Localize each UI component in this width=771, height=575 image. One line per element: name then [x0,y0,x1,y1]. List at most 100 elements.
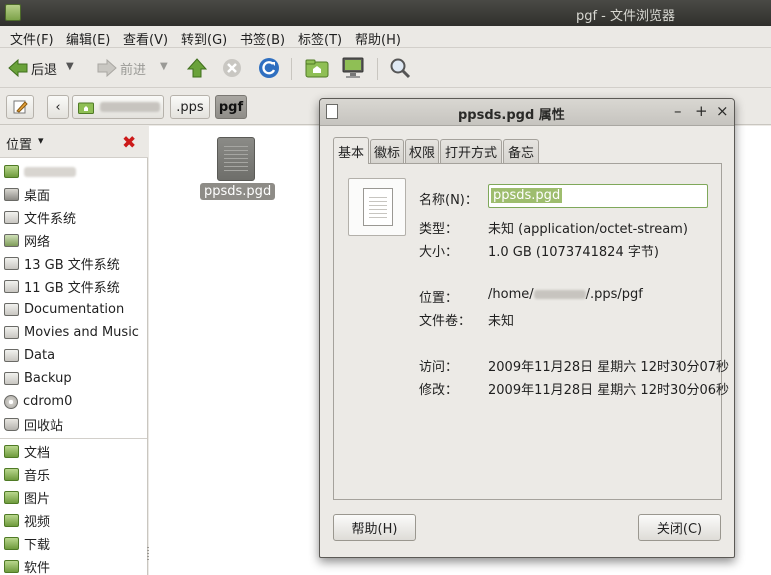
computer-button[interactable] [341,56,365,80]
toggle-location-entry-button[interactable] [6,95,34,119]
modified-value: 2009年11月28日 星期六 12时30分06秒 [488,383,730,398]
file-icon[interactable] [217,137,255,181]
stop-icon [223,59,241,77]
sidebar-item-13gb[interactable]: 13 GB 文件系统 [0,252,147,275]
folder-icon [4,491,19,504]
home-folder-icon [4,165,19,178]
drive-icon [4,326,19,339]
sidebar-item-11gb[interactable]: 11 GB 文件系统 [0,275,147,298]
tab-basic[interactable]: 基本 [333,137,369,164]
breadcrumb-pgf[interactable]: pgf [215,95,247,119]
sidebar-item-label: 软件 [24,561,51,575]
sidebar-item-label: 下载 [24,538,51,553]
close-button[interactable]: 关闭(C) [638,514,721,541]
toolbar-separator [377,58,378,80]
sidebar-item-filesystem[interactable]: 文件系统 [0,206,147,229]
chevron-left-icon: ‹ [55,99,61,115]
close-icon[interactable]: × [716,102,729,120]
sidebar-item-movies[interactable]: Movies and Music [0,321,147,344]
sidebar-item-software[interactable]: 软件 [0,555,147,575]
stop-button[interactable] [222,56,242,80]
desktop-icon [4,188,19,201]
forward-button[interactable]: 前进 [97,56,146,80]
back-history-chevron-icon[interactable]: ▼ [66,61,74,72]
menu-bookmarks[interactable]: 书签(B) [240,29,285,48]
back-label: 后退 [31,62,58,78]
trash-icon [4,418,19,431]
network-icon [4,234,19,247]
sidebar-item-documentation[interactable]: Documentation [0,298,147,321]
menu-help[interactable]: 帮助(H) [355,29,401,48]
close-sidebar-icon[interactable]: ✖ [122,133,136,153]
sidebar-item-label: 图片 [24,492,51,507]
search-button[interactable] [389,56,411,80]
sidebar-item-music[interactable]: 音乐 [0,463,147,486]
maximize-icon[interactable]: + [695,102,708,120]
sidebar-item-documents[interactable]: 文档 [0,440,147,463]
chevron-down-icon[interactable]: ▾ [38,134,44,147]
tab-open-with[interactable]: 打开方式 [440,139,502,163]
menu-view[interactable]: 查看(V) [123,29,168,48]
sidebar-item-backup[interactable]: Backup [0,367,147,390]
location-suffix: /.pps/pgf [585,287,643,302]
sidebar-item-network[interactable]: 网络 [0,229,147,252]
sidebar-item-videos[interactable]: 视频 [0,509,147,532]
home-folder-icon [305,59,329,78]
sidebar: 位置 ▾ ✖ 桌面 文件系统 网络 13 GB 文件系统 11 GB 文件系统 … [0,126,148,575]
minimize-icon[interactable]: – [674,102,682,120]
menu-tabs[interactable]: 标签(T) [298,29,342,48]
sidebar-item-label: 视频 [24,515,51,530]
tab-emblems[interactable]: 徽标 [370,139,404,163]
up-button[interactable] [187,56,207,80]
file-icon-button[interactable] [348,178,406,236]
toolbar: 后退 ▼ 前进 ▼ [0,48,771,88]
folder-icon [4,537,19,550]
name-label: 名称(N)： [419,193,478,208]
location-label: 位置： [419,291,459,306]
drive-icon [4,303,19,316]
sidebar-places-label[interactable]: 位置 [6,134,32,153]
menu-file[interactable]: 文件(F) [10,29,54,48]
menu-edit[interactable]: 编辑(E) [66,29,110,48]
sidebar-item-trash[interactable]: 回收站 [0,413,147,436]
sidebar-item-pictures[interactable]: 图片 [0,486,147,509]
home-button[interactable] [305,56,329,80]
sidebar-header: 位置 ▾ ✖ [0,126,148,158]
drive-icon [4,211,19,224]
breadcrumb-pps[interactable]: .pps [170,95,210,119]
breadcrumb-left-arrow[interactable]: ‹ [47,95,69,119]
properties-dialog: ppsds.pgd 属性 – + × 基本 徽标 权限 打开方式 备忘 名称(N… [319,98,735,558]
sidebar-item-home[interactable] [0,160,147,183]
sidebar-item-cdrom[interactable]: cdrom0 [0,390,147,413]
tab-notes[interactable]: 备忘 [503,139,539,163]
sidebar-item-data[interactable]: Data [0,344,147,367]
file-name-label[interactable]: ppsds.pgd [200,183,276,200]
tab-permissions[interactable]: 权限 [405,139,439,163]
back-button[interactable]: 后退 [8,56,57,80]
dialog-title: ppsds.pgd 属性 [458,108,565,123]
breadcrumb-home[interactable] [72,95,164,119]
help-button[interactable]: 帮助(H) [333,514,416,541]
folder-icon [4,560,19,573]
size-value: 1.0 GB (1073741824 字节) [488,245,659,260]
sidebar-item-desktop[interactable]: 桌面 [0,183,147,206]
reload-button[interactable] [258,56,280,80]
sidebar-item-label: Movies and Music [24,325,139,340]
drive-icon [4,349,19,362]
sidebar-item-downloads[interactable]: 下载 [0,532,147,555]
sidebar-item-label: 桌面 [24,189,51,204]
folder-icon [4,468,19,481]
window-titlebar: pgf - 文件浏览器 [0,0,771,26]
name-field[interactable]: ppsds.pgd [488,184,708,208]
search-icon [390,58,411,79]
edit-pencil-icon [13,100,28,114]
type-label: 类型： [419,222,459,237]
dialog-titlebar: ppsds.pgd 属性 – + × [320,99,734,126]
document-icon [363,188,393,226]
sidebar-item-label: Backup [24,371,72,386]
up-arrow-icon [187,58,207,78]
menu-go[interactable]: 转到(G) [181,29,227,48]
sidebar-item-label: Data [24,348,56,363]
forward-history-chevron-icon[interactable]: ▼ [160,61,168,72]
modified-label: 修改： [419,383,459,398]
